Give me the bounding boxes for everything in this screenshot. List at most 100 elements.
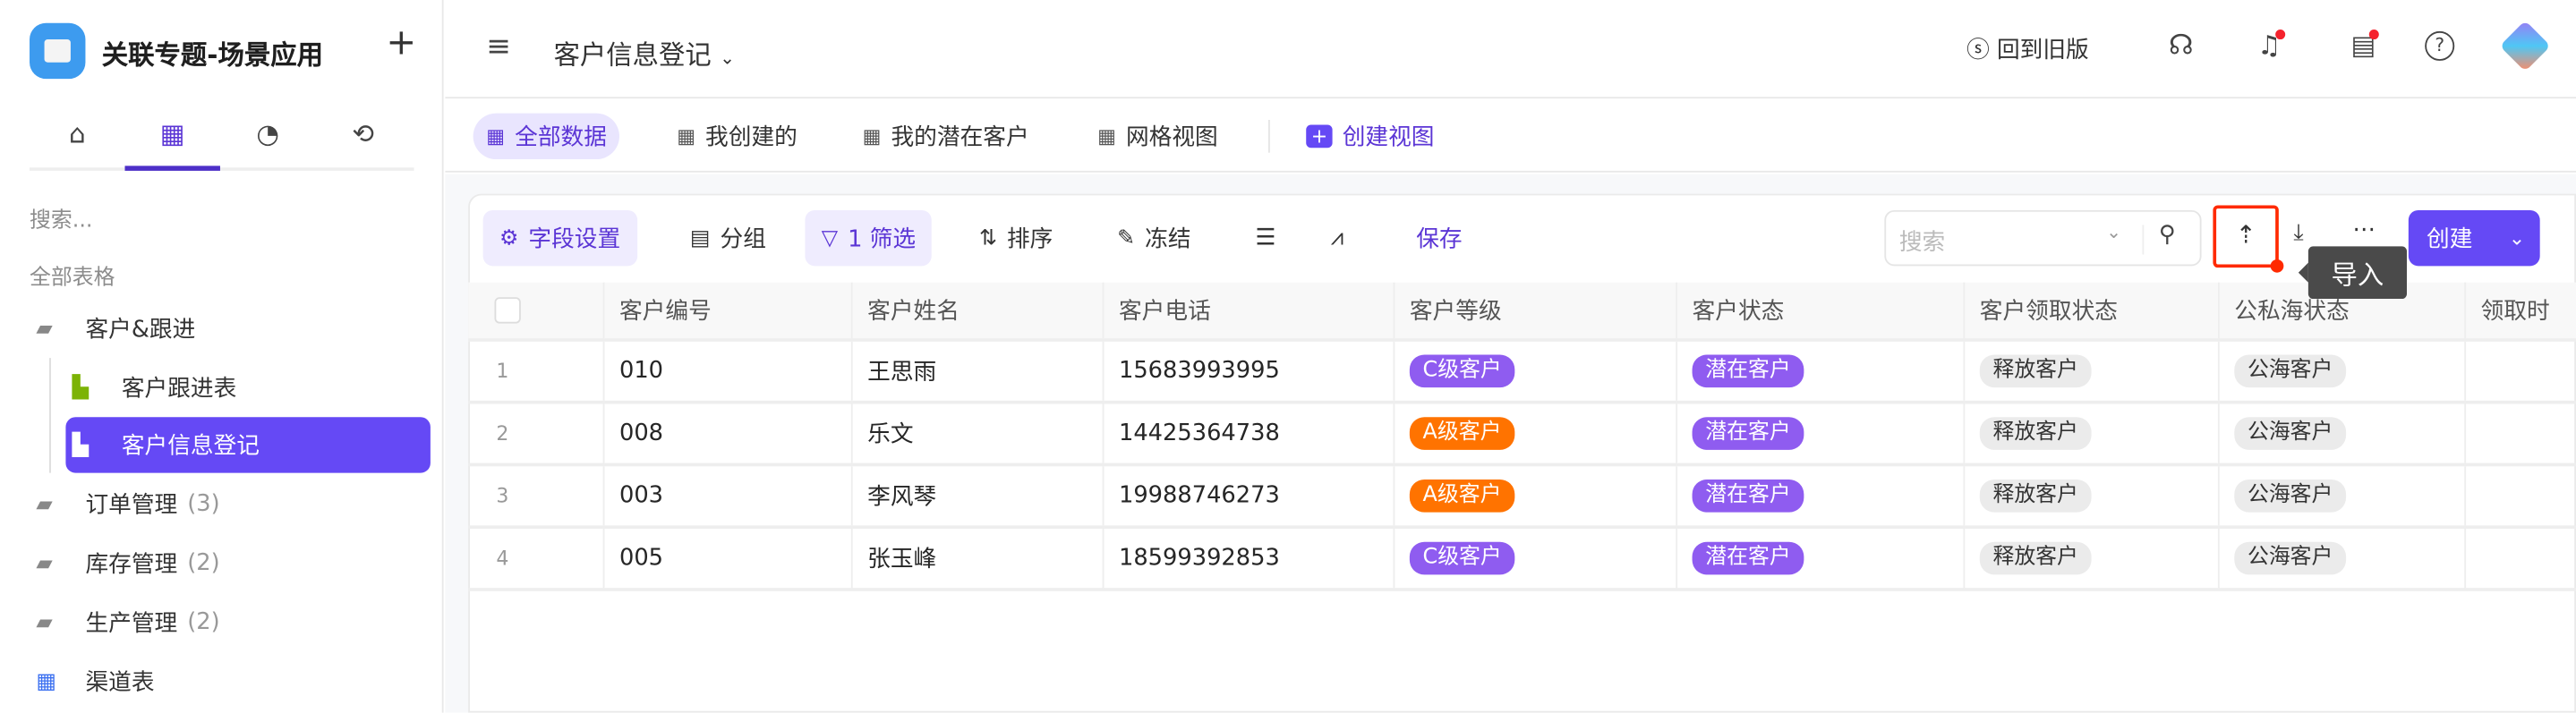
column-header[interactable]: 客户编号 xyxy=(602,282,851,339)
column-header[interactable]: 客户电话 xyxy=(1102,282,1394,339)
group-button[interactable]: ▤ 分组 xyxy=(674,210,783,266)
column-header[interactable]: 客户领取状态 xyxy=(1963,282,2218,339)
table-row[interactable]: 2 008 乐文 14425364738 A级客户 潜在客户 释放客户 公海客户 xyxy=(468,403,2576,467)
table-cell[interactable]: 潜在客户 xyxy=(1676,529,1963,589)
table-cell[interactable]: 李风琴 xyxy=(850,466,1103,526)
sidebar-search[interactable]: 搜索... xyxy=(30,202,92,233)
chart-icon[interactable]: ⩘ xyxy=(1314,210,1360,266)
table-cell[interactable]: 释放客户 xyxy=(1963,341,2218,401)
table-cell[interactable]: 张玉峰 xyxy=(850,529,1103,589)
old-version-button[interactable]: ⓢ 回到旧版 xyxy=(1966,33,2089,66)
chart-icon[interactable]: ◔ xyxy=(220,118,315,154)
freeze-button[interactable]: ✎ 冻结 xyxy=(1101,210,1207,266)
table-cell[interactable]: 19988746273 xyxy=(1102,466,1394,526)
table-row[interactable]: 4 005 张玉峰 18599392853 C级客户 潜在客户 释放客户 公海客户 xyxy=(468,529,2576,591)
filter-button[interactable]: ▽ 1 筛选 xyxy=(805,209,933,267)
table-icon: ▦ xyxy=(1097,124,1116,149)
workflow-icon[interactable]: ⟲ xyxy=(315,118,410,154)
sidebar-item-orders[interactable]: ▰ 订单管理 (3) xyxy=(30,476,431,531)
column-header[interactable]: 领取时 xyxy=(2464,282,2576,339)
table-cell[interactable]: 008 xyxy=(602,403,851,463)
column-header[interactable]: 客户姓名 xyxy=(850,282,1103,339)
bell-icon[interactable]: ♫ xyxy=(2257,30,2286,61)
pin-icon: ✎ xyxy=(1117,225,1136,250)
table-cell[interactable]: A级客户 xyxy=(1393,403,1676,463)
create-view-button[interactable]: + 创建视图 xyxy=(1293,114,1448,159)
import-button[interactable]: ⇡ xyxy=(2213,205,2284,273)
table-cell[interactable]: 潜在客户 xyxy=(1676,341,1963,401)
view-my-potential[interactable]: ▦ 我的潜在客户 xyxy=(849,114,1042,159)
folder-icon: ▰ xyxy=(36,609,53,635)
sort-button[interactable]: ⇅ 排序 xyxy=(963,210,1070,266)
table-cell[interactable]: 003 xyxy=(602,466,851,526)
home-icon[interactable]: ⌂ xyxy=(30,118,124,154)
folder-icon: ▰ xyxy=(36,316,53,341)
active-tab-indicator xyxy=(124,166,220,171)
help-icon[interactable]: ? xyxy=(2425,30,2455,61)
table-cell[interactable]: 010 xyxy=(602,341,851,401)
table-cell[interactable]: C级客户 xyxy=(1393,529,1676,589)
sidebar-item-customer-follow[interactable]: ▰ 客户&跟进 xyxy=(30,301,431,356)
column-header[interactable]: 客户等级 xyxy=(1393,282,1676,339)
building-icon: ▙ xyxy=(72,432,90,458)
download-icon[interactable]: ⤓ xyxy=(2293,220,2303,246)
table-cell[interactable]: 18599392853 xyxy=(1102,529,1394,589)
search-icon[interactable]: ⚲ xyxy=(2159,222,2176,248)
table-cell[interactable]: 公海客户 xyxy=(2217,341,2464,401)
claim-tag: 释放客户 xyxy=(1979,417,2092,450)
divider xyxy=(1268,119,1270,153)
sidebar-item-inventory[interactable]: ▰ 库存管理 (2) xyxy=(30,535,431,590)
table-cell[interactable]: 释放客户 xyxy=(1963,403,2218,463)
cloud-upload-icon: ⇡ xyxy=(2235,219,2256,250)
headset-icon[interactable]: ☊ xyxy=(2169,30,2194,63)
filter-icon: ▽ xyxy=(821,225,839,250)
sea-tag: 公海客户 xyxy=(2234,479,2347,513)
status-tag: 潜在客户 xyxy=(1692,541,1804,575)
table-row[interactable]: 3 003 李风琴 19988746273 A级客户 潜在客户 释放客户 公海客户 xyxy=(468,466,2576,530)
table-cell[interactable]: 公海客户 xyxy=(2217,403,2464,463)
table-cell[interactable]: C级客户 xyxy=(1393,341,1676,401)
table-cell[interactable]: A级客户 xyxy=(1393,466,1676,526)
table-cell[interactable]: 释放客户 xyxy=(1963,466,2218,526)
column-header[interactable]: 客户状态 xyxy=(1676,282,1963,339)
table-icon[interactable]: ▦ xyxy=(124,118,219,154)
table-cell[interactable]: 释放客户 xyxy=(1963,529,2218,589)
view-created-by-me[interactable]: ▦ 我创建的 xyxy=(664,114,811,159)
page-title[interactable]: 客户信息登记 ⌄ xyxy=(554,33,736,72)
briefcase-icon[interactable]: ▤ xyxy=(2351,30,2379,61)
menu-icon[interactable]: ≡ xyxy=(486,30,511,64)
sidebar-item-follow-table[interactable]: ▙ 客户跟进表 xyxy=(65,360,430,415)
sidebar-item-channels[interactable]: ▦ 渠道表 xyxy=(30,654,431,709)
table-cell[interactable]: 公海客户 xyxy=(2217,466,2464,526)
view-all-data[interactable]: ▦ 全部数据 xyxy=(473,113,620,160)
table-cell[interactable]: 公海客户 xyxy=(2217,529,2464,589)
avatar[interactable] xyxy=(2499,20,2551,72)
save-button[interactable]: 保存 xyxy=(1400,210,1479,266)
table-cell[interactable] xyxy=(2464,403,2576,463)
sidebar-item-customer-info[interactable]: ▙ 客户信息登记 xyxy=(65,417,431,473)
create-button[interactable]: 创建 ⌄ xyxy=(2408,209,2540,267)
field-settings-button[interactable]: ⚙ 字段设置 xyxy=(482,209,637,267)
sea-tag: 公海客户 xyxy=(2234,354,2347,388)
table-cell[interactable]: 乐文 xyxy=(850,403,1103,463)
table-cell[interactable] xyxy=(2464,466,2576,526)
table-row[interactable]: 1 010 王思雨 15683993995 C级客户 潜在客户 释放客户 公海客户 xyxy=(468,341,2576,404)
table-cell[interactable]: 14425364738 xyxy=(1102,403,1394,463)
view-grid[interactable]: ▦ 网格视图 xyxy=(1084,114,1231,159)
table-cell[interactable] xyxy=(2464,529,2576,589)
chevron-down-icon: ⌄ xyxy=(2106,221,2122,243)
more-icon[interactable]: ⋯ xyxy=(2352,216,2376,242)
chevron-down-icon[interactable]: ⌄ xyxy=(2509,226,2525,250)
table-cell[interactable]: 潜在客户 xyxy=(1676,403,1963,463)
plus-icon[interactable]: + xyxy=(386,23,416,64)
table-cell[interactable]: 王思雨 xyxy=(850,341,1103,401)
table-cell[interactable]: 005 xyxy=(602,529,851,589)
table-cell[interactable]: 潜在客户 xyxy=(1676,466,1963,526)
table-cell[interactable] xyxy=(2464,341,2576,401)
row-height-icon[interactable]: ☰ xyxy=(1239,210,1292,266)
row-number: 2 xyxy=(496,421,509,446)
select-all-checkbox[interactable] xyxy=(494,297,521,324)
sidebar-item-production[interactable]: ▰ 生产管理 (2) xyxy=(30,594,431,649)
table-cell[interactable]: 15683993995 xyxy=(1102,341,1394,401)
search-input[interactable]: 搜索 ⌄ ⚲ xyxy=(1884,209,2202,267)
